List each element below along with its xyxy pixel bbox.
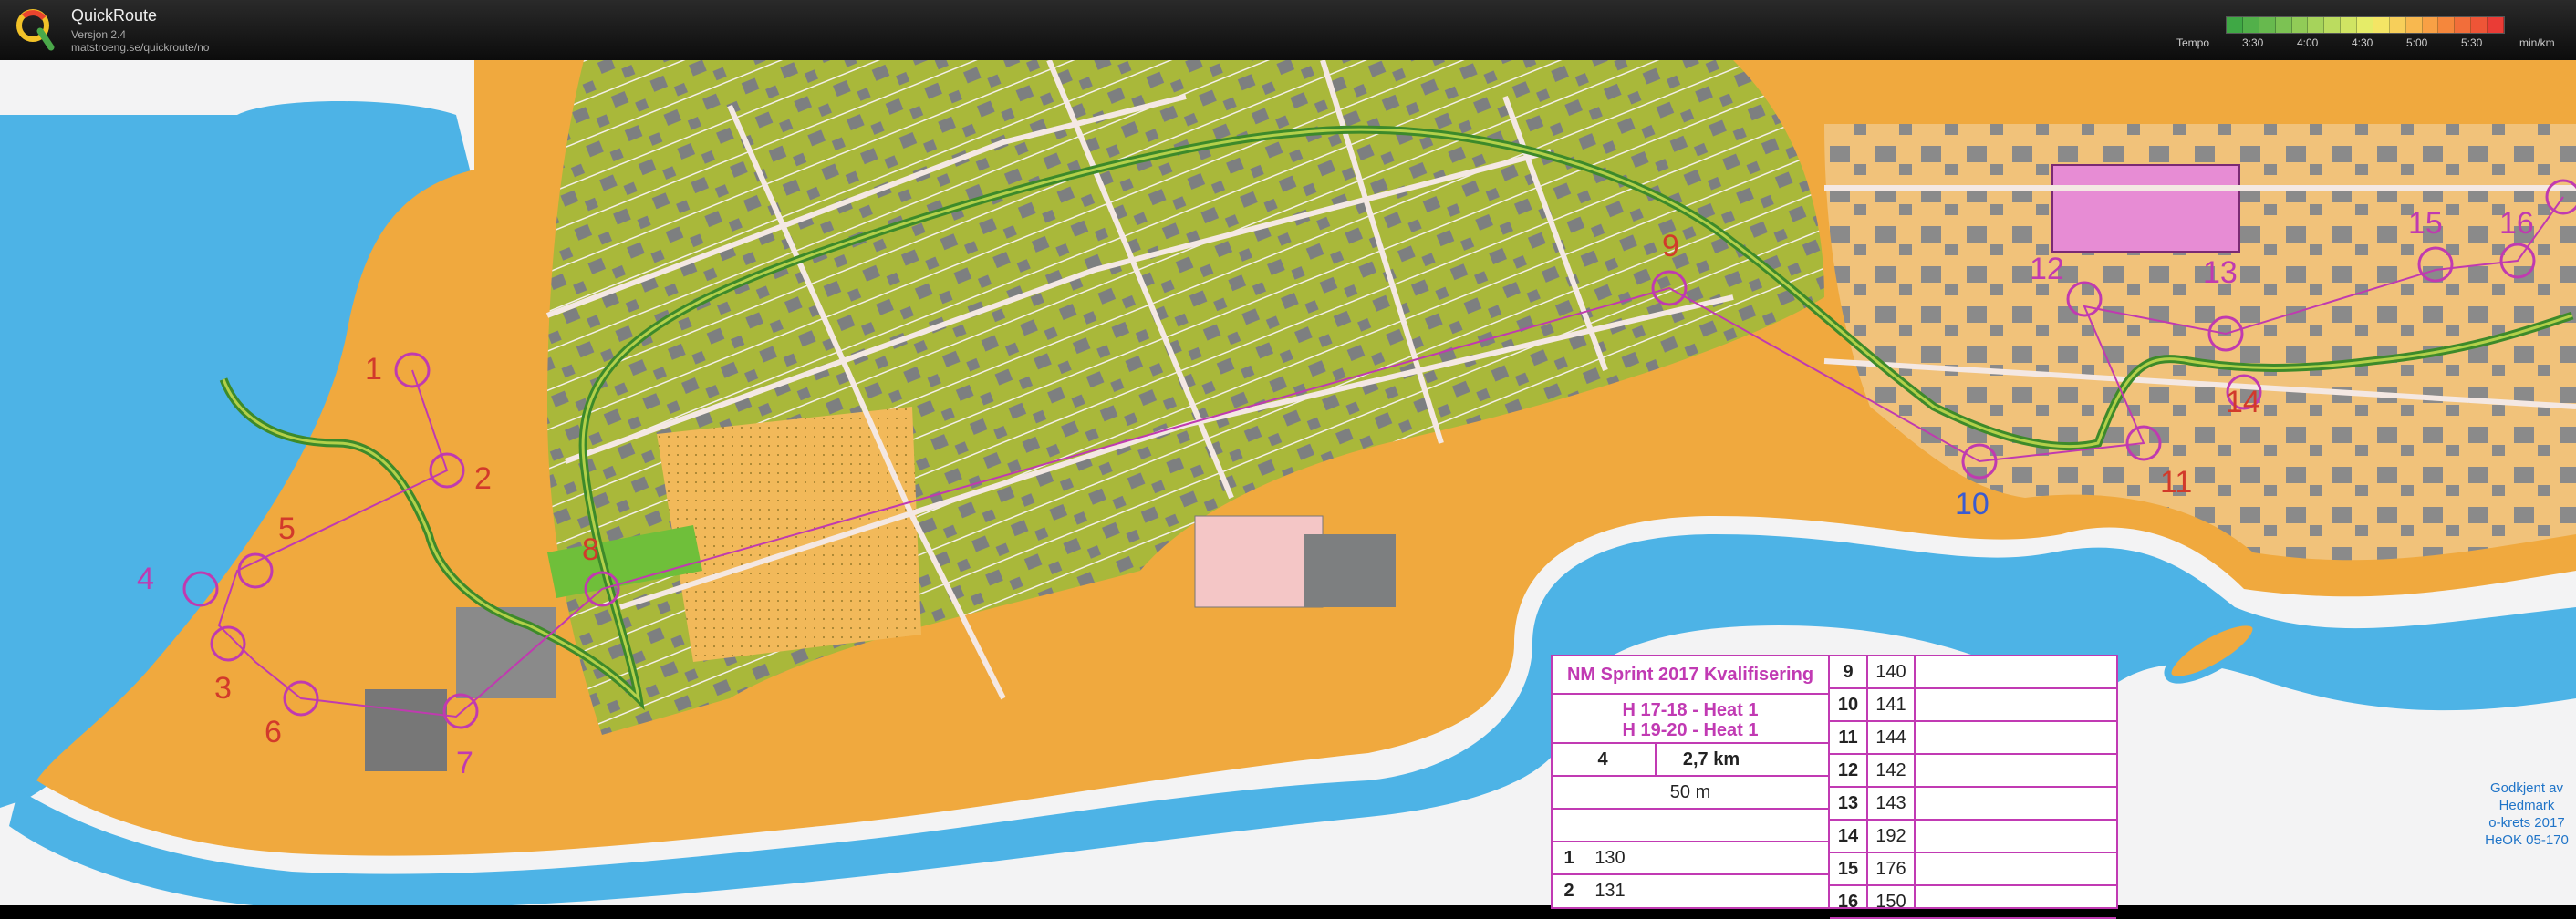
tempo-tick: 5:30 [2461,36,2483,49]
orienteering-map[interactable]: 1 2 3 4 5 6 7 8 9 10 11 12 13 14 15 16 [0,60,2576,905]
tempo-color-segment [2488,17,2504,33]
tempo-color-segment [2471,17,2488,33]
control-seq: 15 [1837,859,1859,879]
tempo-tick: 3:30 [2242,36,2264,49]
control-number: 1 [365,352,382,387]
control-row: 2 131 [1553,873,1828,906]
tempo-color-segment [2291,17,2309,33]
control-number: 5 [278,511,296,546]
control-number: 12 [2030,252,2064,286]
control-row: 9 140 [1830,656,2116,689]
course-class-1: H 17-18 - Heat 1 [1622,700,1759,720]
tempo-color-segment [2259,17,2276,33]
control-row: 16 150 [1830,886,2116,919]
control-number: 10 [1955,487,1989,521]
tempo-color-segment [2405,17,2423,33]
tempo-color-segment [2341,17,2357,33]
tempo-color-segment [2438,17,2456,33]
control-code: 140 [1875,662,1906,682]
control-row: 15 176 [1830,853,2116,886]
control-seq: 14 [1837,826,1859,846]
control-number: 3 [214,671,232,706]
control-code: 131 [1594,881,1626,901]
control-description-sheet: NM Sprint 2017 Kvalifisering H 17-18 - H… [1551,655,2118,919]
control-code: 176 [1875,859,1906,879]
control-row: 14 192 [1830,821,2116,853]
control-number: 7 [456,746,473,780]
quickroute-logo-icon [16,9,55,51]
description-header: NM Sprint 2017 Kvalifisering H 17-18 - H… [1553,656,1830,907]
app-header: QuickRoute Versjon 2.4 matstroeng.se/qui… [0,0,2576,60]
control-seq: 9 [1843,662,1854,682]
tempo-tick: 4:00 [2297,36,2319,49]
control-seq: 1 [1563,848,1574,868]
description-controls: 9 140 10 141 11 144 12 142 13 143 14 192 15 176… [1830,656,2116,919]
tempo-color-segment [2308,17,2325,33]
course-length: 2,7 km [1655,744,1766,775]
tempo-unit-label: min/km [2519,36,2555,49]
approval-line: HeOK 05-170 [2485,832,2569,848]
control-number: 2 [474,461,492,496]
control-code: 130 [1594,848,1626,868]
tempo-color-segment [2455,17,2472,33]
control-number: 16 [2499,206,2534,241]
app-url[interactable]: matstroeng.se/quickroute/no [71,41,209,54]
control-number: 14 [2226,385,2260,419]
control-number: 15 [2408,206,2443,241]
tempo-color-segment [2357,17,2373,33]
tempo-color-segment [2324,17,2342,33]
pink-building [2051,164,2240,253]
building [1194,515,1324,608]
climb-row: 50 m [1553,775,1828,808]
tempo-color-segment [2242,17,2259,33]
tempo-legend-label: Tempo [2176,36,2210,49]
control-seq: 13 [1837,793,1859,813]
tempo-tick: 5:00 [2406,36,2428,49]
course-climb: 50 m [1669,782,1711,802]
symbol-header-row [1553,808,1828,842]
tempo-color-segment [2373,17,2390,33]
tempo-color-segment [2422,17,2439,33]
control-number: 8 [582,532,599,567]
app-title: QuickRoute [71,6,158,25]
approval-line: Hedmark [2498,798,2555,813]
course-title: NM Sprint 2017 Kvalifisering [1553,656,1828,695]
control-seq: 10 [1837,695,1859,715]
approval-line: o-krets 2017 [2488,815,2565,831]
control-row: 12 142 [1830,755,2116,788]
control-number: 4 [137,562,154,596]
course-info-row: 4 2,7 km [1553,742,1828,775]
approval-line: Godkjent av [2489,780,2564,796]
control-number: 11 [2160,465,2192,500]
control-row: 11 144 [1830,722,2116,755]
building [365,689,447,771]
tempo-tick: 4:30 [2352,36,2373,49]
control-seq: 16 [1837,892,1859,912]
app-version: Versjon 2.4 [71,28,127,41]
control-number: 9 [1662,229,1679,263]
control-code: 142 [1875,760,1906,780]
control-seq: 2 [1563,881,1574,901]
control-row: 1 130 [1553,841,1828,873]
control-row: 10 141 [1830,689,2116,722]
tempo-color-segment [2275,17,2292,33]
control-seq: 12 [1837,760,1859,780]
tempo-color-segment [2389,17,2406,33]
building [1304,534,1396,607]
control-code: 150 [1875,892,1906,912]
control-row: 13 143 [1830,788,2116,821]
course-class-2: H 19-20 - Heat 1 [1622,720,1759,740]
control-code: 144 [1875,728,1906,748]
control-number: 13 [2203,255,2238,290]
control-code: 143 [1875,793,1906,813]
tempo-color-scale [2226,16,2505,34]
tempo-color-segment [2227,17,2243,33]
control-number: 6 [265,715,282,749]
course-number: 4 [1597,749,1608,769]
control-code: 141 [1875,695,1906,715]
approval-stamp: Godkjent av Hedmark o-krets 2017 HeOK 05… [2481,780,2572,849]
control-code: 192 [1875,826,1906,846]
control-seq: 11 [1838,728,1858,748]
